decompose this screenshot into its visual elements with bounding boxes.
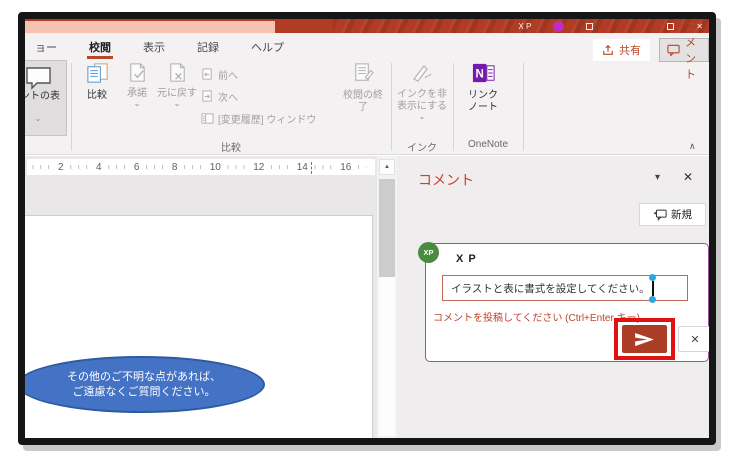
next-comment-button[interactable]: 次へ <box>201 85 316 107</box>
new-comment-icon <box>653 208 667 221</box>
tab-slideshow-partial[interactable]: ョー <box>33 37 59 57</box>
group-label-onenote: OneNote <box>467 139 509 150</box>
revisions-window-label: [変更履歴] ウィンドウ <box>218 114 317 126</box>
titlebar-user-label: X P <box>518 21 532 31</box>
new-comment-label: 新規 <box>671 209 692 221</box>
titlebar: X P ✕ <box>25 19 709 33</box>
pane-close-icon[interactable]: ✕ <box>683 170 693 184</box>
annotation-highlight-box <box>614 318 675 360</box>
comment-bubble-icon <box>667 44 680 56</box>
show-comments-button[interactable]: メントの表示 ⌄ <box>19 60 67 136</box>
ruler: ı ı ı2ı ı ı4ı ı ı6ı ı ı8ı ı ı 10 ı ı ı 12 ı … <box>27 159 375 175</box>
compare-button[interactable]: 比較 <box>77 61 117 135</box>
chevron-down-icon: ⌄ <box>173 99 181 108</box>
hide-ink-icon <box>410 61 434 85</box>
end-review-button[interactable]: 校閲の終了 <box>339 61 387 135</box>
comments-pane: コメント ▾ ✕ 新規 XP X P イラストと表に書式を設定してください。 コ… <box>397 156 709 438</box>
selection-handle-top[interactable] <box>649 273 657 281</box>
ellipse-text-line1: その他のご不明な点があれば、 <box>67 370 221 383</box>
revisions-window-icon <box>201 112 214 125</box>
chevron-down-icon: ⌄ <box>418 112 426 121</box>
cancel-icon: ✕ <box>690 333 700 346</box>
end-review-label: 校閲の終了 <box>343 90 383 113</box>
next-label: 次へ <box>218 92 238 104</box>
chevron-down-icon: ⌄ <box>34 114 42 123</box>
show-comments-icon <box>25 65 52 91</box>
vertical-scrollbar: ▲ <box>377 156 397 438</box>
comment-author: X P <box>456 253 477 265</box>
comment-input-value: イラストと表に書式を設定してください。 <box>451 282 650 295</box>
scroll-up-button[interactable]: ▲ <box>379 159 395 175</box>
hide-ink-button[interactable]: インクを非表示にする ⌄ <box>396 61 448 135</box>
accept-icon <box>126 61 149 84</box>
onenote-icon: N <box>471 61 496 86</box>
avatar: XP <box>418 242 439 263</box>
scrollbar-track[interactable] <box>379 277 395 436</box>
reject-button[interactable]: 元に戻す ⌄ <box>155 61 199 135</box>
comments-pane-title: コメント <box>418 172 474 188</box>
ribbon: ョー 校閲 表示 記録 ヘルプ 共有 コメント メントの表示 ⌄ 比較 承諾 <box>25 21 709 155</box>
reject-icon <box>166 61 189 84</box>
svg-text:N: N <box>475 68 483 80</box>
end-review-icon <box>351 61 376 86</box>
new-comment-button[interactable]: 新規 <box>639 203 706 226</box>
collapse-ribbon-icon[interactable]: ∧ <box>689 141 696 152</box>
slide-canvas[interactable]: その他のご不明な点があれば、 ご遠慮なくご質問ください。 <box>25 215 373 438</box>
screenshot-frame: X P ✕ ョー 校閲 表示 記録 ヘルプ 共有 コメント メントの表示 <box>18 12 716 445</box>
previous-label: 前へ <box>218 70 238 82</box>
group-label-ink: インク <box>407 143 437 154</box>
accept-button[interactable]: 承諾 ⌄ <box>119 61 155 135</box>
tab-view[interactable]: 表示 <box>141 37 167 57</box>
window-maximize-icon[interactable] <box>667 22 675 30</box>
window-restore-icon[interactable] <box>586 22 594 30</box>
share-button[interactable]: 共有 <box>593 39 650 61</box>
scrollbar-thumb[interactable] <box>379 179 395 277</box>
comment-input[interactable]: イラストと表に書式を設定してください。 <box>442 273 688 303</box>
cancel-comment-button[interactable]: ✕ <box>678 326 709 352</box>
selection-handle-bottom[interactable] <box>649 295 657 303</box>
comments-toggle-label: コメント <box>685 21 696 81</box>
comment-card: XP X P イラストと表に書式を設定してください。 コメントを投稿してください… <box>418 242 709 362</box>
previous-comment-button[interactable]: 前へ <box>201 63 316 85</box>
hide-ink-label: インクを非表示にする <box>396 89 448 112</box>
show-comments-label: メントの表示 <box>19 91 60 102</box>
ellipse-text-line2: ご遠慮なくご質問ください。 <box>72 385 216 398</box>
share-icon <box>602 44 614 56</box>
compare-icon <box>85 61 110 86</box>
pane-options-icon[interactable]: ▾ <box>655 172 660 183</box>
share-label: 共有 <box>619 45 641 57</box>
text-caret <box>649 273 657 303</box>
linked-notes-button[interactable]: N リンクノート <box>459 61 507 135</box>
chevron-down-icon: ⌄ <box>133 99 141 108</box>
tab-record[interactable]: 記録 <box>195 37 221 57</box>
group-label-compare: 比較 <box>221 143 241 154</box>
compare-label: 比較 <box>87 90 107 101</box>
linked-notes-label: リンクノート <box>468 90 498 113</box>
ribbon-tabs: ョー 校閲 表示 記録 ヘルプ <box>33 35 286 59</box>
user-avatar-icon[interactable] <box>553 20 565 32</box>
ruler-band: ı ı ı2ı ı ı4ı ı ı6ı ı ı8ı ı ı 10 ı ı ı 12 ı … <box>25 156 377 178</box>
tab-review[interactable]: 校閲 <box>87 37 113 59</box>
next-icon <box>201 89 214 103</box>
titlebar-search-highlight <box>25 21 275 33</box>
revisions-window-button[interactable]: [変更履歴] ウィンドウ <box>201 107 316 129</box>
comments-toggle-button[interactable]: コメント <box>659 21 709 81</box>
previous-icon <box>201 67 214 81</box>
tab-help[interactable]: ヘルプ <box>249 37 286 57</box>
ellipse-shape[interactable]: その他のご不明な点があれば、 ご遠慮なくご質問ください。 <box>25 356 265 413</box>
